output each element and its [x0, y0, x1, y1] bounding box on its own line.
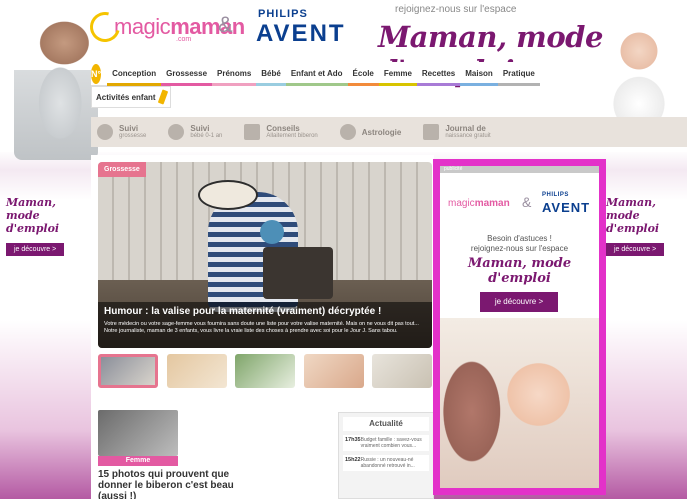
tool-suivi-bebe[interactable]: Suivi bébé 0-1 an: [162, 124, 222, 140]
logo-circle-icon: [84, 6, 126, 48]
side-ad-left-button[interactable]: je découvre >: [6, 243, 65, 256]
hero-thumbnails: [98, 354, 432, 390]
nav-item-pratique[interactable]: Pratique: [497, 62, 540, 86]
main-navigation: N° Conception Grossesse Prénoms Bébé Enf…: [91, 62, 540, 86]
article-image[interactable]: [98, 410, 178, 456]
ad-mm-maman: maman: [474, 198, 510, 209]
ad-discover-button[interactable]: je découvre >: [480, 292, 558, 312]
tools-bar: Suivi grossesse Suivi bébé 0-1 an Conseils…: [91, 117, 687, 147]
tool-sublabel: naissance gratuit: [445, 133, 491, 139]
home-icon[interactable]: N°: [91, 63, 102, 84]
nav-item-ecole[interactable]: École: [347, 62, 379, 86]
side-ad-script-line2: mode d'emploi: [606, 209, 660, 235]
news-time: 15h22: [345, 457, 361, 463]
side-ad-right-button[interactable]: je découvre >: [606, 243, 665, 256]
tool-label: Suivi: [190, 124, 210, 133]
nav-item-grossesse[interactable]: Grossesse: [161, 62, 213, 86]
article-card[interactable]: Femme 15 photos qui prouvent que donner …: [98, 410, 234, 499]
news-box: Actualité 17h35 Budget famille : savez-v…: [338, 412, 434, 499]
hero-category-badge[interactable]: Grossesse: [98, 162, 146, 177]
right-side-ad[interactable]: Maman, mode d'emploi je découvre >: [606, 196, 684, 256]
hero-hat-image: [198, 180, 258, 210]
ad-magicmaman-logo: magicmaman: [448, 198, 510, 209]
ad-philips-text: PHILIPS: [542, 192, 569, 198]
news-item[interactable]: 17h35 Budget famille : savez-vous vraime…: [343, 435, 429, 451]
ad-avent-text: AVENT: [542, 200, 591, 215]
tool-conseils[interactable]: Conseils Allaitement biberon: [238, 124, 318, 140]
article-title[interactable]: 15 photos qui prouvent que donner le bib…: [98, 469, 258, 499]
thumbnail-5[interactable]: [372, 354, 432, 388]
pregnant-woman-image: [14, 10, 98, 160]
ad-mm-magic: magic: [448, 198, 475, 209]
tool-suivi-grossesse[interactable]: Suivi grossesse: [91, 124, 146, 140]
ad-ampersand: &: [522, 194, 532, 210]
nav-item-femme[interactable]: Femme: [378, 62, 417, 86]
ad-logos: magicmaman & PHILIPS AVENT: [448, 192, 592, 220]
tool-label: Journal de: [445, 124, 486, 133]
thumbnail-4[interactable]: [303, 354, 364, 388]
nav-item-recettes[interactable]: Recettes: [416, 62, 461, 86]
nav-item-conception[interactable]: Conception: [107, 62, 162, 86]
news-heading: Actualité: [343, 417, 429, 431]
pencil-icon: [157, 89, 168, 105]
news-time: 17h35: [345, 437, 361, 443]
hero-summary: Votre médecin ou votre sage-femme vous f…: [104, 321, 419, 334]
avent-logo-text: AVENT: [256, 20, 346, 47]
baby-tracker-icon: [168, 124, 185, 140]
thumbnail-1[interactable]: [98, 354, 158, 388]
ad-top-strip: publicité: [440, 166, 599, 173]
side-ad-script-line2: mode d'emploi: [6, 209, 60, 235]
logo-maman-text: maman: [170, 14, 245, 39]
header-ampersand: &: [218, 12, 233, 37]
side-ad-script-line1: Maman,: [6, 196, 56, 209]
thumbnail-3[interactable]: [235, 354, 295, 388]
tool-label: Conseils: [266, 124, 300, 133]
side-ad-script-line1: Maman,: [606, 196, 656, 209]
hero-suitcase-image: [263, 247, 333, 299]
ad-text-line2: rejoignez-nous sur l'espace: [470, 244, 569, 253]
tool-sublabel: grossesse: [119, 133, 147, 139]
nav-item-bebe[interactable]: Bébé: [256, 62, 286, 86]
hero-title[interactable]: Humour : la valise pour la maternité (vr…: [104, 306, 426, 318]
article-category-tag[interactable]: Femme: [98, 456, 178, 466]
nav-item-maison[interactable]: Maison: [460, 62, 498, 86]
left-side-ad[interactable]: Maman, mode d'emploi je découvre >: [6, 196, 86, 256]
logo-magic-text: magic: [114, 14, 171, 39]
main-content: Grossesse Humour : la valise pour la mat…: [91, 155, 434, 499]
astrology-icon: [339, 124, 356, 140]
news-text[interactable]: Russie : un nouveau-né abandonné retrouv…: [361, 457, 427, 469]
tool-label: Suivi: [119, 124, 139, 133]
philips-logo-text: PHILIPS: [258, 8, 308, 20]
hero-caption: Humour : la valise pour la maternité (vr…: [98, 302, 432, 348]
nav-item-enfant-ado[interactable]: Enfant et Ado: [285, 62, 348, 86]
tool-sublabel: Allaitement biberon: [266, 133, 318, 139]
news-item[interactable]: 15h22 Russie : un nouveau-né abandonné r…: [343, 455, 429, 471]
ad-text-line1: Besoin d'astuces !: [487, 234, 552, 243]
tool-label: Astrologie: [361, 127, 402, 137]
hero-article[interactable]: Grossesse Humour : la valise pour la mat…: [98, 162, 432, 348]
news-text[interactable]: Budget famille : savez-vous vraiment com…: [361, 437, 427, 449]
ad-text: Besoin d'astuces ! rejoignez-nous sur l'…: [440, 234, 599, 254]
journal-icon: [423, 124, 440, 140]
tool-sublabel: bébé 0-1 an: [190, 133, 223, 139]
tool-astrologie[interactable]: Astrologie: [334, 124, 402, 140]
nav-item-activites-enfant[interactable]: Activités enfant: [91, 86, 171, 108]
ad-mother-baby-photo: [440, 318, 599, 488]
baby-bottle-icon: [244, 124, 261, 140]
tool-journal[interactable]: Journal de naissance gratuit: [417, 124, 491, 140]
nav-item-prenoms[interactable]: Prénoms: [212, 62, 257, 86]
header-join-text: rejoignez-nous sur l'espace: [395, 4, 517, 15]
pregnancy-tracker-icon: [97, 124, 113, 140]
ad-panel[interactable]: publicité magicmaman & PHILIPS AVENT Bes…: [433, 159, 606, 495]
hero-globe-image: [260, 220, 284, 244]
activites-enfant-label: Activités enfant: [96, 92, 156, 102]
thumbnail-2[interactable]: [166, 354, 227, 388]
ad-script-title: Maman, mode d'emploi: [467, 256, 572, 286]
